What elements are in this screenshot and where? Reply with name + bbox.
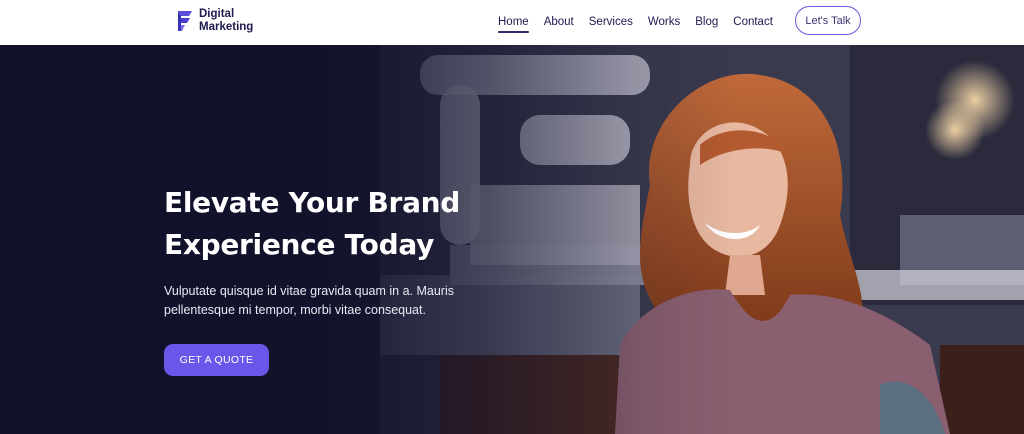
hero-section: Elevate Your Brand Experience Today Vulp…	[0, 45, 1024, 434]
brand-logo[interactable]: Digital Marketing	[176, 8, 253, 34]
nav-item-blog[interactable]: Blog	[695, 0, 718, 45]
hero-content: Elevate Your Brand Experience Today Vulp…	[164, 182, 504, 376]
brand-name-line1: Digital	[199, 8, 235, 20]
nav-item-about[interactable]: About	[544, 0, 574, 45]
brand-name-line2: Marketing	[199, 21, 254, 33]
hero-description: Vulputate quisque id vitae gravida quam …	[164, 282, 474, 320]
nav-item-home[interactable]: Home	[498, 0, 529, 45]
hero-title: Elevate Your Brand Experience Today	[164, 182, 504, 266]
get-a-quote-button[interactable]: GET A QUOTE	[164, 344, 269, 376]
hero-title-line1: Elevate Your Brand	[164, 186, 461, 219]
brand-name: Digital Marketing	[199, 8, 253, 34]
nav-item-works[interactable]: Works	[648, 0, 680, 45]
main-nav: Home About Services Works Blog Contact	[498, 0, 788, 45]
hero-title-line2: Experience Today	[164, 228, 435, 261]
hero-overlay	[0, 45, 1024, 434]
nav-item-services[interactable]: Services	[589, 0, 633, 45]
hero-description-line2: pellentesque mi tempor, morbi vitae cons…	[164, 303, 426, 317]
lets-talk-button[interactable]: Let's Talk	[795, 6, 861, 35]
nav-item-contact[interactable]: Contact	[733, 0, 773, 45]
hero-description-line1: Vulputate quisque id vitae gravida quam …	[164, 284, 454, 298]
navbar: Digital Marketing Home About Services Wo…	[0, 0, 1024, 45]
brand-mark-icon	[178, 11, 192, 31]
